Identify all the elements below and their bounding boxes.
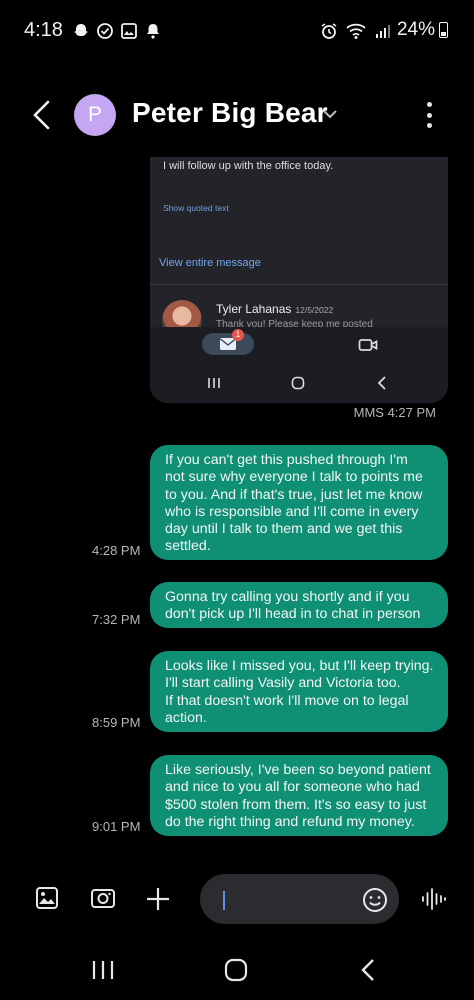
message-bubble[interactable]: Gonna try calling you shortly and if you… <box>150 582 448 628</box>
message-line: settled. <box>165 538 211 555</box>
message-line: If you can't get this pushed through I'm <box>165 452 408 468</box>
video-icon <box>358 339 378 351</box>
message-time: 9:01 PM <box>92 819 141 834</box>
status-bar: 4:18 24% <box>0 0 474 62</box>
mail-tab <box>202 333 254 355</box>
message-line: who is responsible and I'll come in ever… <box>165 503 419 520</box>
message-line: not sure why everyone I talk to points m… <box>165 469 423 486</box>
conversation-header: P Peter Big Bear <box>0 80 474 150</box>
message-time: 7:32 PM <box>92 612 141 627</box>
status-left-icons <box>72 22 162 40</box>
home-icon[interactable] <box>224 958 248 982</box>
back-icon[interactable] <box>359 957 377 983</box>
emoji-icon[interactable] <box>362 887 388 913</box>
signal-icon <box>376 25 390 38</box>
message-input[interactable] <box>200 874 399 924</box>
status-right-icons <box>320 22 392 40</box>
sender-line: Tyler Lahanas 12/5/2022 <box>216 302 333 316</box>
battery-icon <box>439 22 448 38</box>
mms-screenshot-card[interactable]: I will follow up with the office today. … <box>150 157 448 403</box>
message-line: $500 stolen from them. It's so easy to j… <box>165 796 427 813</box>
message-bubble[interactable]: If you can't get this pushed through I'm… <box>150 445 448 560</box>
sender-date: 12/5/2022 <box>295 305 334 315</box>
message-line: If that doesn't work I'll move on to leg… <box>165 692 409 709</box>
add-icon[interactable] <box>145 886 171 912</box>
contact-avatar[interactable]: P <box>74 94 116 136</box>
message-line: do the right thing and refund my money. <box>165 813 415 830</box>
check-circle-icon <box>97 23 113 39</box>
camera-icon[interactable] <box>90 886 116 910</box>
view-entire-message-link: View entire message <box>159 257 261 269</box>
bell-icon <box>147 24 159 39</box>
wifi-icon <box>346 23 366 39</box>
sender-name: Tyler Lahanas <box>216 302 292 316</box>
gallery-icon <box>121 23 137 39</box>
contact-name[interactable]: Peter Big Bear <box>132 97 328 129</box>
battery-indicator: 24% <box>397 19 448 41</box>
show-quoted-link: Show quoted text <box>163 203 229 213</box>
text-cursor <box>223 891 225 910</box>
voice-record-icon[interactable] <box>421 886 447 912</box>
message-line: action. <box>165 709 207 726</box>
back-arrow-icon[interactable] <box>28 98 56 132</box>
mms-timestamp: MMS 4:27 PM <box>353 405 436 420</box>
mms-body-text: I will follow up with the office today. <box>163 160 334 172</box>
message-bubble[interactable]: Looks like I missed you, but I'll keep t… <box>150 651 448 732</box>
message-line: to you. And if that's true, just let me … <box>165 486 423 503</box>
recents-icon[interactable] <box>91 959 115 981</box>
more-options-icon[interactable] <box>420 100 438 130</box>
alarm-icon <box>321 23 337 39</box>
message-line: Gonna try calling you shortly and if you <box>165 589 410 605</box>
sender-preview: Thank you! Please keep me posted <box>216 319 373 327</box>
message-line: I'll start calling Vasily and Victoria t… <box>165 675 401 692</box>
message-time: 8:59 PM <box>92 715 141 730</box>
gallery-attach-icon[interactable] <box>35 886 59 910</box>
mms-home-icon <box>291 376 305 390</box>
message-line: Like seriously, I've been so beyond pati… <box>165 762 431 778</box>
chevron-down-icon[interactable] <box>320 106 340 122</box>
message-line: and nice to you all for someone who had <box>165 779 420 796</box>
system-navigation-bar <box>0 945 474 1000</box>
message-line: day until I talk to them and we get this <box>165 521 403 538</box>
message-line: don't pick up I'll head in to chat in pe… <box>165 606 421 623</box>
message-composer <box>0 870 474 930</box>
message-bubble[interactable]: Like seriously, I've been so beyond pati… <box>150 755 448 836</box>
status-time: 4:18 <box>24 19 63 41</box>
battery-percent: 24% <box>396 19 435 40</box>
mail-badge: 1 <box>232 329 244 341</box>
mms-divider <box>150 284 448 285</box>
message-line: Looks like I missed you, but I'll keep t… <box>165 658 434 674</box>
mms-app-bar: 1 <box>150 327 448 403</box>
message-time: 4:28 PM <box>92 543 141 558</box>
snapchat-icon <box>74 24 88 36</box>
mms-recents-icon <box>208 378 220 388</box>
mms-back-icon <box>377 376 386 390</box>
